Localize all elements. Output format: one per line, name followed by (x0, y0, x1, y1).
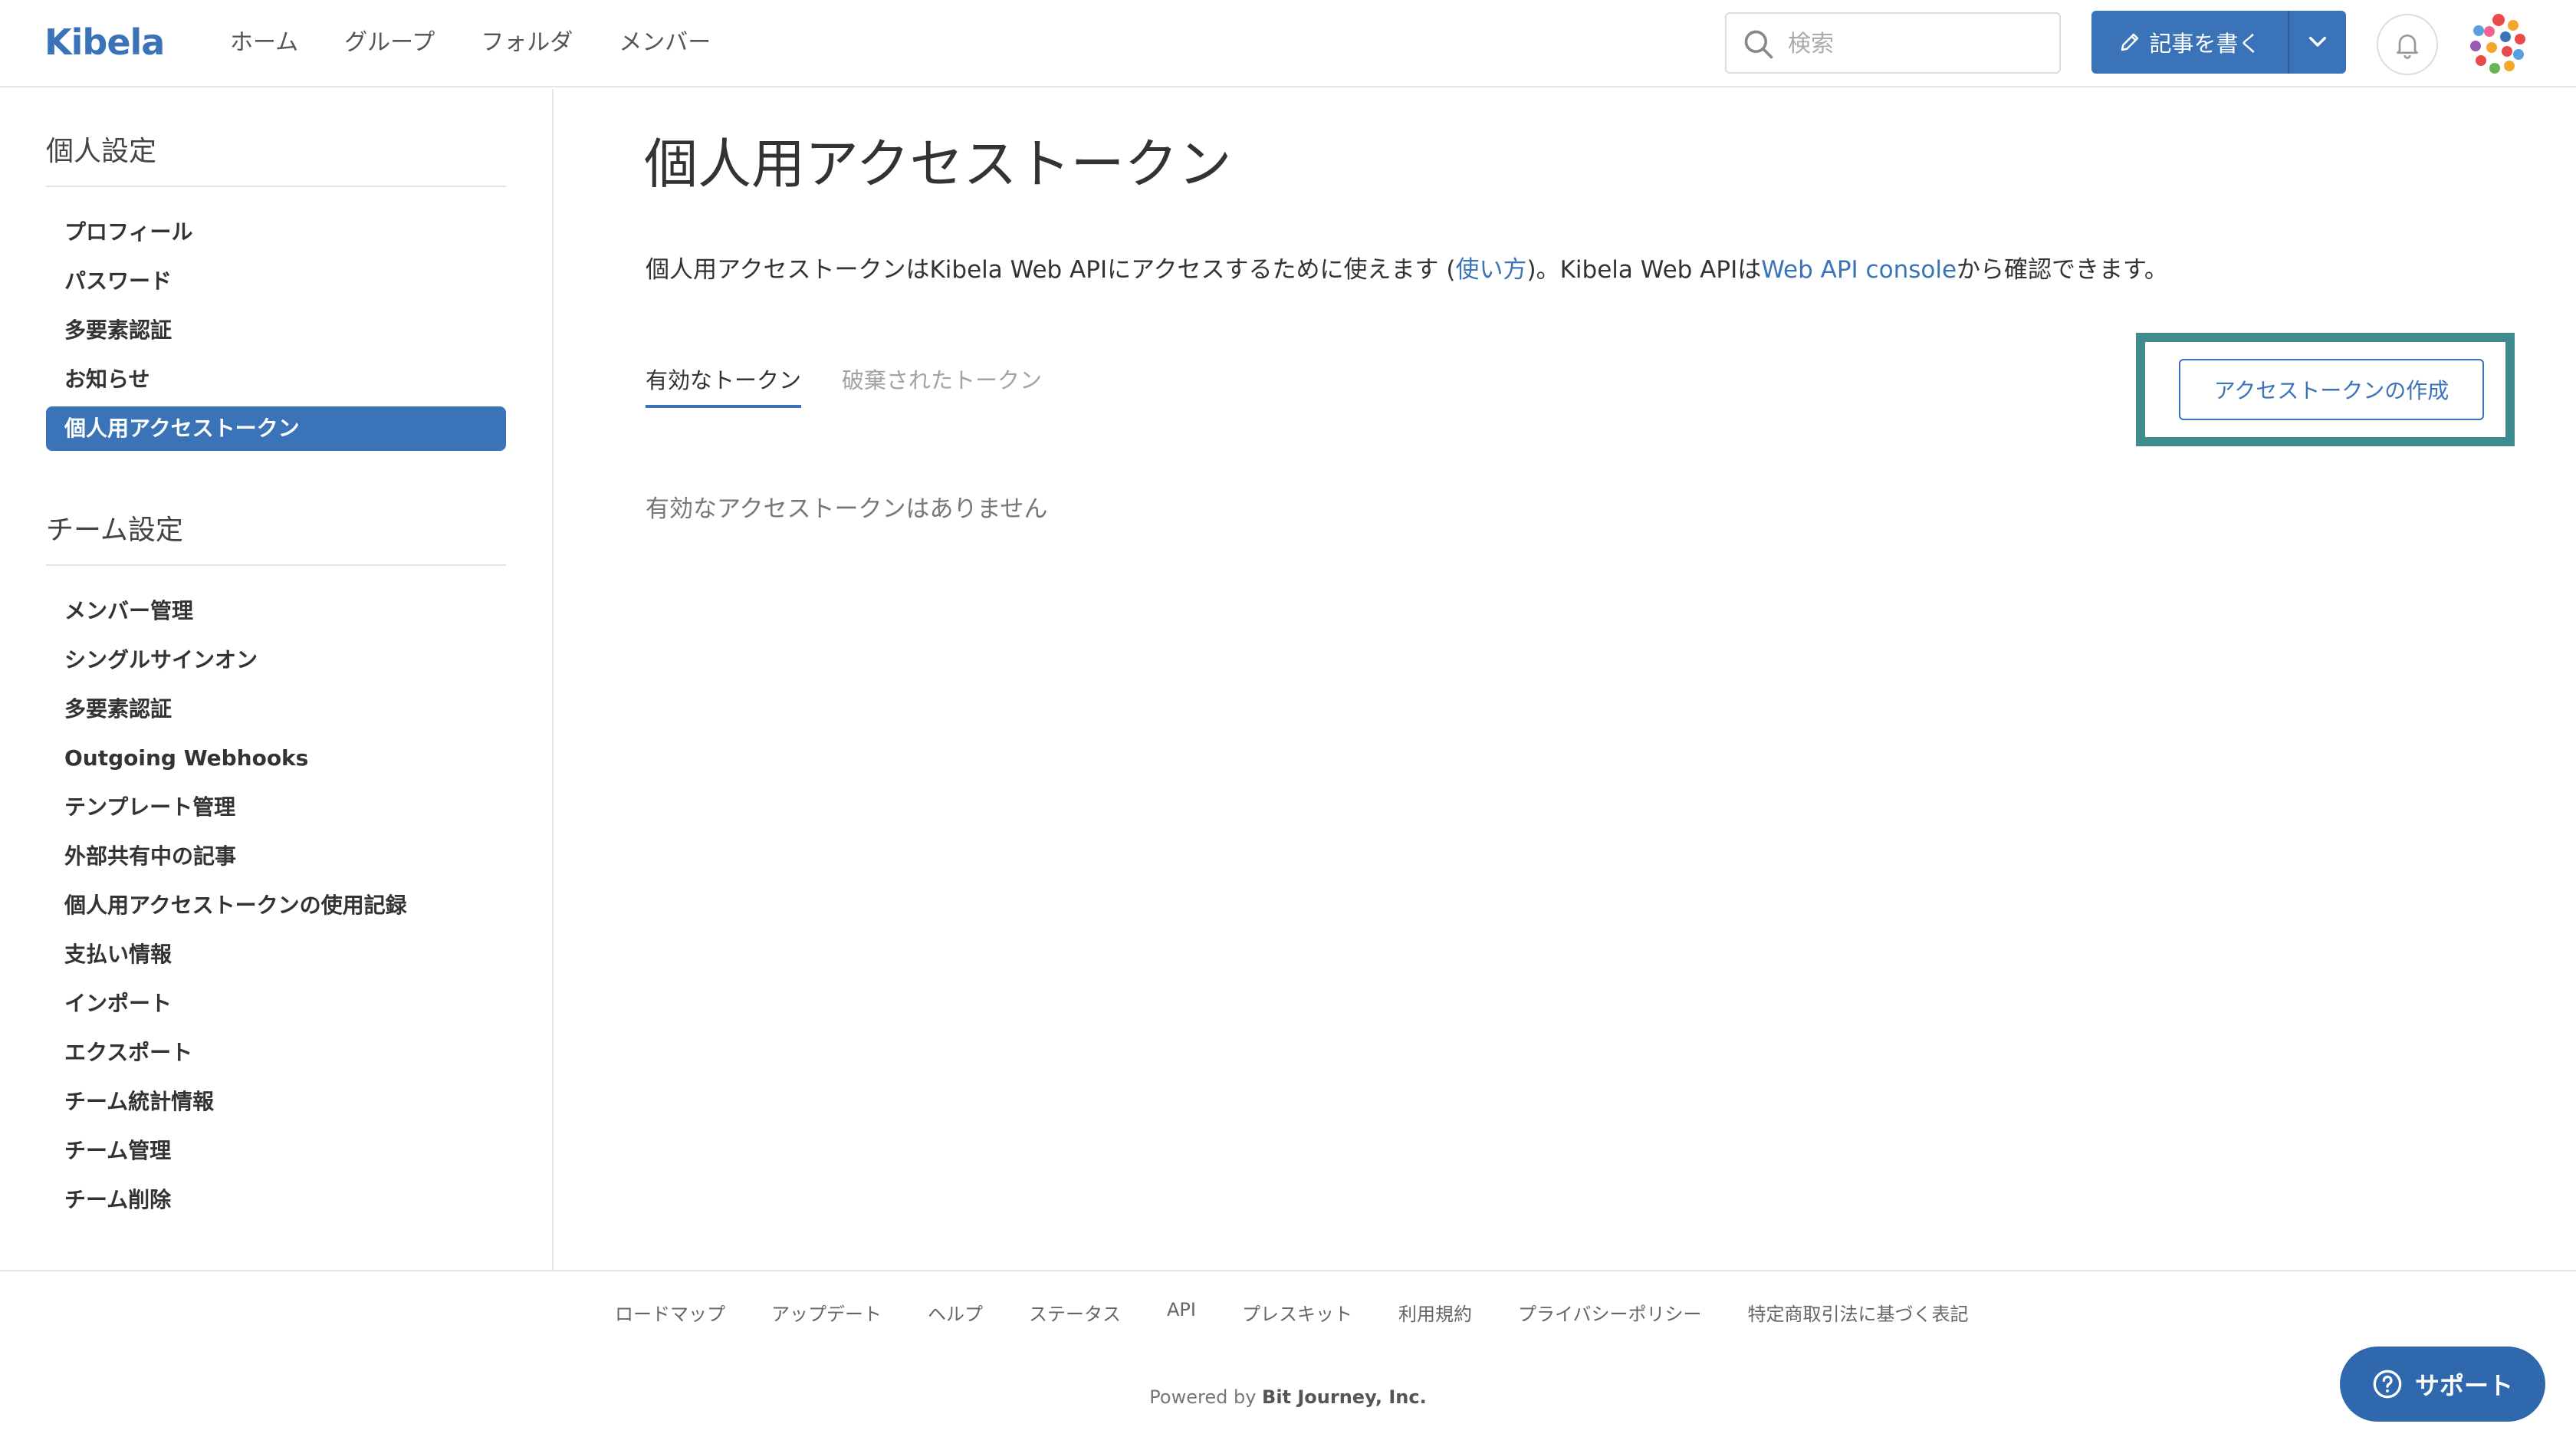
footer-links: ロードマップ アップデート ヘルプ ステータス API プレスキット 利用規約 … (615, 1299, 1969, 1326)
write-article-label: 記事を書く (2149, 31, 2261, 57)
nav-home[interactable]: ホーム (230, 26, 298, 60)
footer-link-status[interactable]: ステータス (1029, 1299, 1121, 1326)
sidebar-item-password[interactable]: パスワード (46, 259, 506, 304)
settings-sidebar: 個人設定 プロフィール パスワード 多要素認証 お知らせ 個人用アクセストークン… (0, 89, 554, 1270)
support-label: サポート (2414, 1371, 2513, 1400)
notifications-button[interactable] (2377, 14, 2438, 75)
page-title: 個人用アクセストークン (644, 133, 1232, 196)
sidebar-item-billing[interactable]: 支払い情報 (46, 932, 506, 977)
description-text: 個人用アクセストークンはKibela Web APIにアクセスするために使えます… (646, 256, 1456, 284)
sidebar-item-notifications[interactable]: お知らせ (46, 357, 506, 402)
team-settings-heading: チーム設定 (46, 515, 183, 546)
sidebar-item-member-management[interactable]: メンバー管理 (46, 589, 506, 633)
write-dropdown-toggle[interactable] (2289, 11, 2346, 74)
personal-settings-heading: 個人設定 (46, 136, 157, 167)
powered-prefix: Powered by (1149, 1386, 1263, 1408)
write-article-button[interactable]: 記事を書く (2091, 11, 2288, 74)
search-box[interactable] (1725, 12, 2061, 74)
support-button[interactable]: サポート (2340, 1347, 2545, 1422)
footer-link-terms[interactable]: 利用規約 (1398, 1299, 1472, 1326)
footer-link-presskit[interactable]: プレスキット (1242, 1299, 1352, 1326)
description-text: )。Kibela Web APIは (1526, 256, 1762, 284)
sidebar-item-team-mfa[interactable]: 多要素認証 (46, 687, 506, 732)
nav-members[interactable]: メンバー (619, 26, 711, 60)
footer-link-api[interactable]: API (1167, 1299, 1196, 1326)
search-input[interactable] (1788, 25, 2049, 63)
footer-link-privacy[interactable]: プライバシーポリシー (1518, 1299, 1702, 1326)
sidebar-item-team-management[interactable]: チーム管理 (46, 1129, 506, 1173)
bell-icon (2397, 35, 2418, 59)
sidebar-item-export[interactable]: エクスポート (46, 1031, 506, 1075)
top-header: Kibela ホーム グループ フォルダ メンバー 記事を書く (0, 0, 2576, 87)
footer-link-roadmap[interactable]: ロードマップ (615, 1299, 725, 1326)
sidebar-item-profile[interactable]: プロフィール (46, 210, 506, 255)
page-description: 個人用アクセストークンはKibela Web APIにアクセスするために使えます… (646, 250, 2168, 284)
write-article-button-group: 記事を書く (2091, 11, 2346, 74)
sidebar-item-team-stats[interactable]: チーム統計情報 (46, 1080, 506, 1124)
tab-revoked-tokens[interactable]: 破棄されたトークン (842, 363, 1042, 405)
search-icon (1744, 30, 1773, 59)
create-access-token-button[interactable]: アクセストークンの作成 (2179, 359, 2484, 420)
sidebar-item-mfa[interactable]: 多要素認証 (46, 308, 506, 353)
sidebar-item-team-delete[interactable]: チーム削除 (46, 1178, 506, 1222)
web-api-console-link[interactable]: Web API console (1761, 256, 1957, 284)
sidebar-item-import[interactable]: インポート (46, 982, 506, 1026)
nav-folders[interactable]: フォルダ (481, 26, 573, 60)
sidebar-item-templates[interactable]: テンプレート管理 (46, 785, 506, 830)
usage-link[interactable]: 使い方 (1455, 256, 1526, 284)
empty-state-message: 有効なアクセストークンはありません (646, 495, 1048, 523)
description-text: から確認できます。 (1957, 256, 2168, 284)
help-circle-icon (2373, 1370, 2402, 1399)
sidebar-item-shared-articles[interactable]: 外部共有中の記事 (46, 834, 506, 879)
divider (46, 186, 506, 187)
sidebar-item-outgoing-webhooks[interactable]: Outgoing Webhooks (46, 736, 506, 781)
main-nav: ホーム グループ フォルダ メンバー (230, 26, 711, 60)
page-footer: ロードマップ アップデート ヘルプ ステータス API プレスキット 利用規約 … (0, 1270, 2576, 1437)
footer-link-commercial-law[interactable]: 特定商取引法に基づく表記 (1748, 1299, 1969, 1326)
sidebar-item-personal-access-token[interactable]: 個人用アクセストークン (46, 406, 506, 451)
divider (46, 564, 506, 566)
footer-link-updates[interactable]: アップデート (771, 1299, 882, 1326)
sidebar-item-token-usage-log[interactable]: 個人用アクセストークンの使用記録 (46, 883, 506, 928)
powered-by: Powered by Bit Journey, Inc. (0, 1386, 2576, 1408)
nav-groups[interactable]: グループ (344, 26, 435, 60)
pencil-icon (2121, 33, 2139, 51)
tab-active-tokens[interactable]: 有効なトークン (646, 363, 802, 408)
chevron-down-icon (2308, 36, 2327, 47)
kibela-logo[interactable]: Kibela (44, 21, 165, 63)
sidebar-item-single-sign-on[interactable]: シングルサインオン (46, 638, 506, 682)
company-name[interactable]: Bit Journey, Inc. (1262, 1386, 1427, 1408)
user-avatar[interactable] (2467, 12, 2530, 75)
footer-link-help[interactable]: ヘルプ (928, 1299, 983, 1326)
